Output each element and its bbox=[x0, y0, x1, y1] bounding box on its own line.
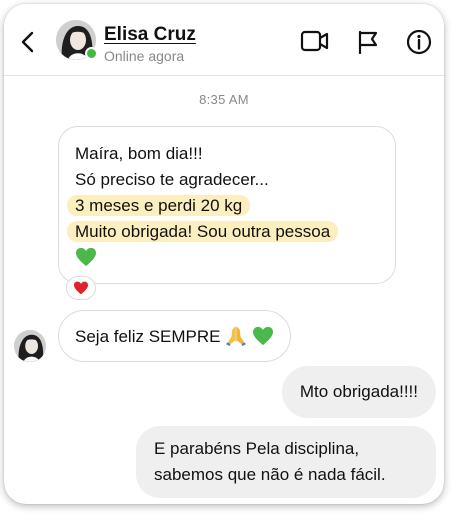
contact-status: Online agora bbox=[104, 48, 185, 64]
highlighted-message-line: Muito obrigada! Sou outra pessoa bbox=[67, 221, 339, 242]
contact-name[interactable]: Elisa Cruz bbox=[104, 24, 196, 46]
message-text: Mto obrigada!!!! bbox=[299, 382, 418, 401]
avatar-photo-icon bbox=[14, 330, 46, 362]
green-heart-icon bbox=[76, 247, 96, 267]
highlighted-message-line: 3 meses e perdi 20 kg bbox=[67, 195, 251, 216]
message-line: Só preciso te agradecer... bbox=[75, 170, 269, 189]
message-text: Seja feliz SEMPRE bbox=[75, 327, 221, 346]
incoming-message-bubble[interactable]: Maíra, bom dia!!! Só preciso te agradece… bbox=[58, 126, 396, 284]
back-arrow-icon[interactable] bbox=[18, 30, 38, 54]
green-heart-icon bbox=[252, 326, 273, 346]
outgoing-message-bubble[interactable]: E parabéns Pela disciplina, sabemos que … bbox=[136, 426, 436, 498]
incoming-message-bubble[interactable]: Seja feliz SEMPRE bbox=[58, 310, 291, 362]
message-line: E parabéns Pela disciplina, bbox=[154, 439, 360, 458]
info-icon[interactable] bbox=[406, 29, 432, 55]
online-status-dot bbox=[85, 47, 98, 60]
red-heart-icon bbox=[74, 281, 88, 295]
flag-icon[interactable] bbox=[356, 30, 380, 54]
folded-hands-icon bbox=[226, 326, 247, 346]
outgoing-message-bubble[interactable]: Mto obrigada!!!! bbox=[281, 366, 436, 418]
message-line: Maíra, bom dia!!! bbox=[75, 144, 203, 163]
chat-header: Elisa Cruz Online agora bbox=[4, 4, 444, 76]
sender-avatar[interactable] bbox=[14, 330, 46, 362]
contact-avatar[interactable] bbox=[56, 20, 98, 60]
message-timestamp: 8:35 AM bbox=[199, 92, 249, 107]
heart-reaction[interactable] bbox=[66, 276, 96, 300]
message-line: sabemos que não é nada fácil. bbox=[154, 465, 386, 484]
chat-window: Elisa Cruz Online agora 8:35 AM Maíra, b… bbox=[4, 4, 444, 504]
video-camera-icon[interactable] bbox=[300, 30, 330, 52]
